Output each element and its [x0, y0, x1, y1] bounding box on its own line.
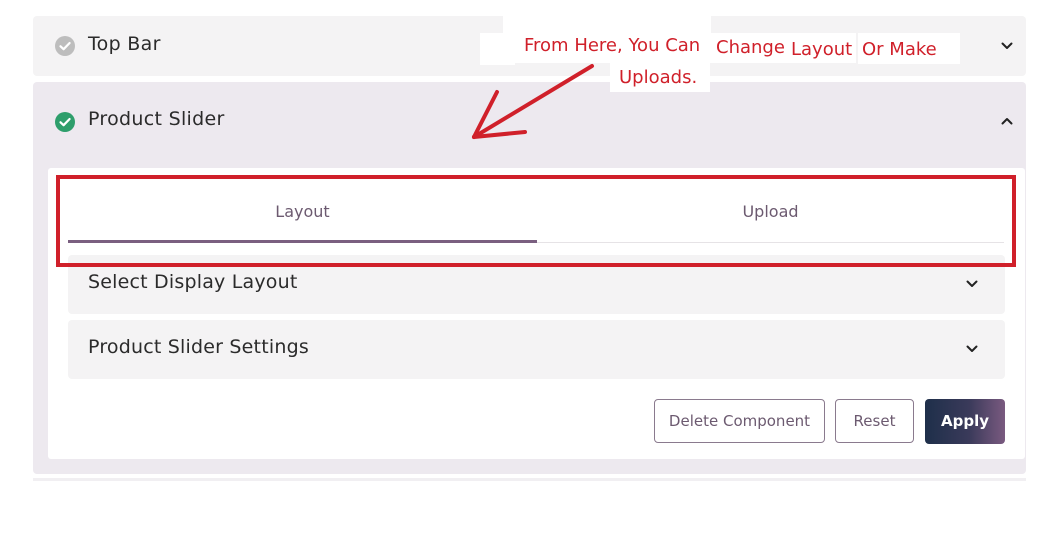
annotation-highlight-box [56, 175, 1016, 267]
annotation-arrow [472, 64, 594, 139]
